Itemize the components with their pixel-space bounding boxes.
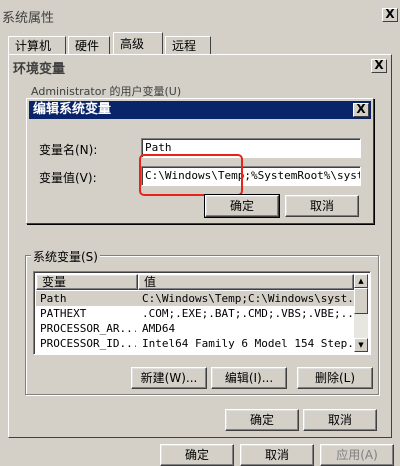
environment-variables-titlebar: 环境变量 X — [11, 57, 389, 77]
edit-ok-button[interactable]: 确定 — [204, 194, 280, 218]
list-header: 变量 值 — [36, 274, 354, 290]
environment-ok-button[interactable]: 确定 — [225, 409, 299, 431]
scroll-down-icon[interactable]: ▼ — [354, 338, 368, 352]
table-row[interactable]: PROCESSOR_ID... Intel64 Family 6 Model 1… — [36, 336, 354, 351]
scroll-up-icon[interactable]: ▲ — [354, 274, 368, 288]
row-variable-value: .COM;.EXE;.BAT;.CMD;.VBS;.VBE;... — [142, 307, 352, 320]
table-row[interactable]: PROCESSOR_AR... AMD64 — [36, 321, 354, 336]
list-scrollbar[interactable]: ▲ ▼ — [354, 274, 368, 352]
edit-system-variable-dialog: 编辑系统变量 X 变量名(N): Path 变量值(V): C:\Windows… — [26, 98, 374, 224]
table-row[interactable]: Path C:\Windows\Temp;C:\Windows\syst... — [36, 291, 354, 306]
variable-name-label: 变量名(N): — [39, 143, 98, 157]
delete-variable-button[interactable]: 删除(L) — [297, 367, 373, 389]
row-variable-value: C:\Windows\Temp;C:\Windows\syst... — [142, 292, 352, 305]
system-variables-list[interactable]: 变量 值 Path C:\Windows\Temp;C:\Windows\sys… — [33, 271, 371, 355]
edit-dialog-titlebar: 编辑系统变量 X — [29, 101, 371, 119]
row-variable-name: PROCESSOR_ID... — [40, 337, 136, 350]
tab-hardware[interactable]: 硬件 — [68, 36, 110, 56]
variable-value-label: 变量值(V): — [39, 171, 97, 185]
system-properties-ok-button[interactable]: 确定 — [160, 444, 234, 466]
edit-variable-button[interactable]: 编辑(I)... — [211, 367, 287, 389]
row-variable-value: AMD64 — [142, 322, 176, 335]
system-properties-titlebar: 系统属性 X — [0, 3, 400, 27]
row-variable-name: PROCESSOR_AR... — [40, 322, 136, 335]
edit-cancel-button[interactable]: 取消 — [285, 195, 359, 217]
highlight-box — [139, 154, 243, 196]
scroll-thumb[interactable] — [354, 288, 368, 314]
row-variable-name: Path — [40, 292, 67, 305]
edit-dialog-close-button[interactable]: X — [353, 103, 369, 117]
system-properties-close-button[interactable]: X — [382, 8, 398, 22]
row-variable-name: PATHEXT — [40, 307, 87, 320]
new-variable-button[interactable]: 新建(W)... — [131, 367, 207, 389]
system-properties-cancel-button[interactable]: 取消 — [240, 444, 314, 466]
system-properties-title: 系统属性 — [2, 11, 55, 26]
environment-cancel-button[interactable]: 取消 — [303, 409, 377, 431]
row-variable-value: Intel64 Family 6 Model 154 Step... — [142, 337, 352, 350]
table-row[interactable]: PATHEXT .COM;.EXE;.BAT;.CMD;.VBS;.VBE;..… — [36, 306, 354, 321]
system-variables-label: 系统变量(S) — [31, 248, 100, 265]
column-header-variable[interactable]: 变量 — [36, 274, 138, 290]
tab-advanced[interactable]: 高级 — [113, 32, 163, 56]
user-variables-label: Administrator 的用户变量(U) — [31, 85, 182, 98]
environment-variables-title: 环境变量 — [13, 62, 66, 77]
tab-computer-name[interactable]: 计算机名 — [8, 36, 66, 71]
environment-variables-close-button[interactable]: X — [371, 59, 387, 73]
column-header-value[interactable]: 值 — [138, 274, 354, 290]
edit-dialog-title: 编辑系统变量 — [33, 102, 112, 117]
tab-remote[interactable]: 远程 — [165, 36, 211, 56]
system-properties-apply-button[interactable]: 应用(A) — [320, 444, 394, 466]
